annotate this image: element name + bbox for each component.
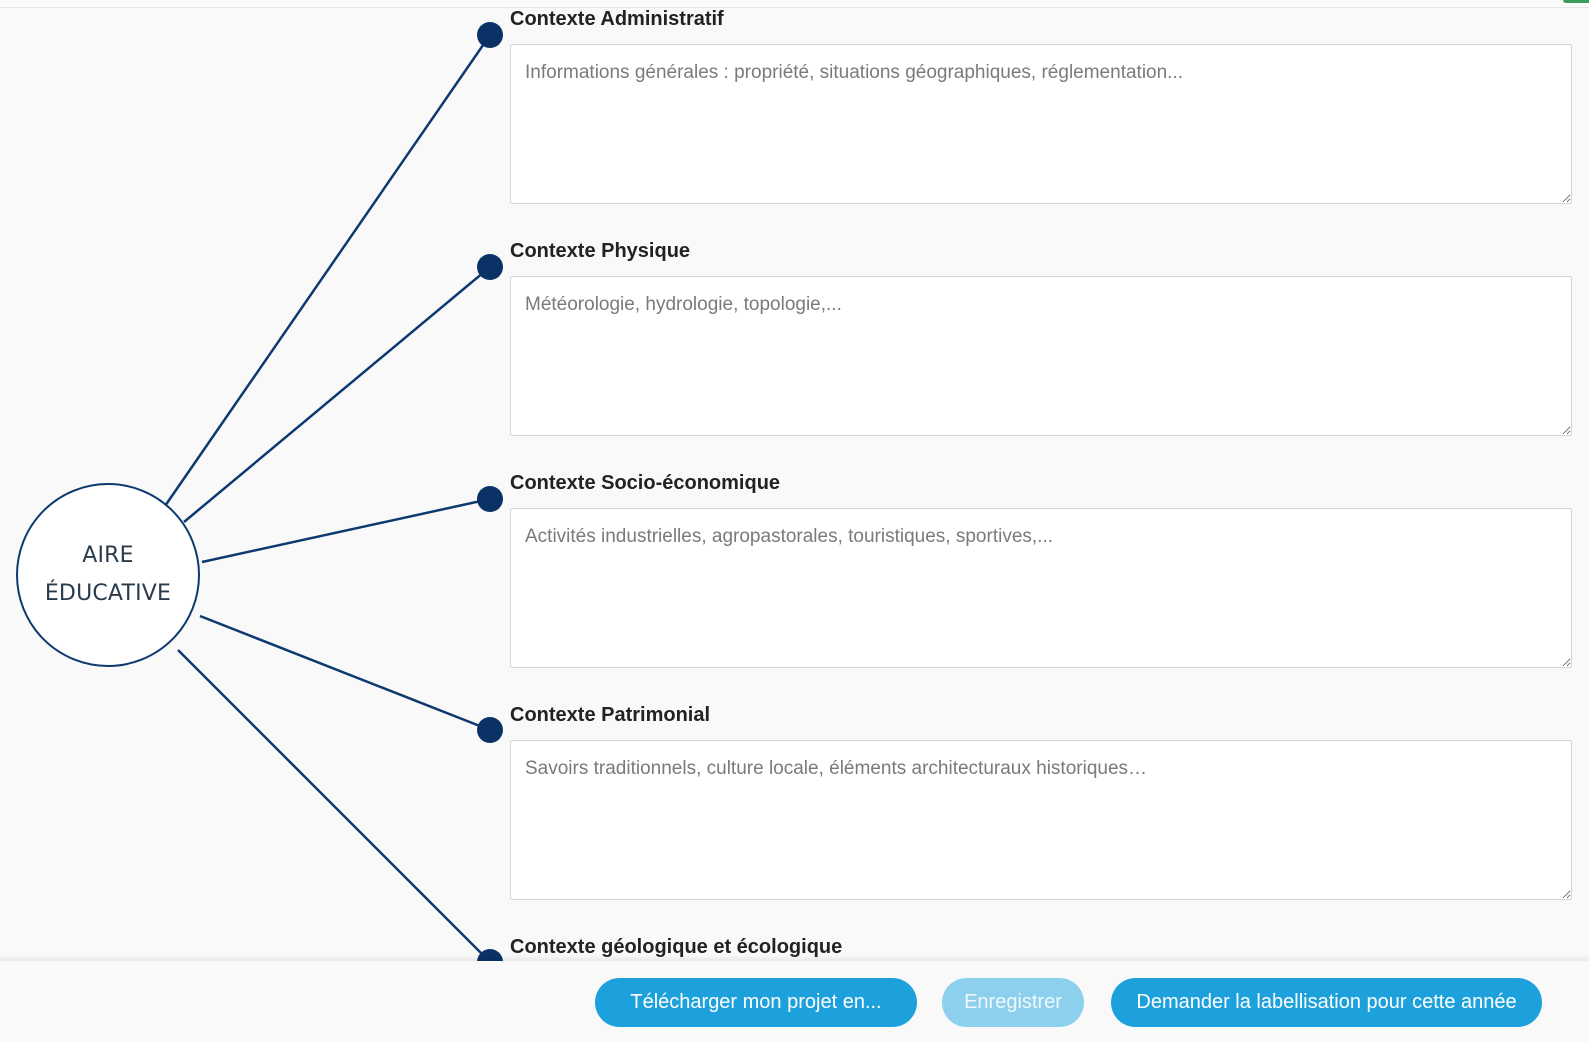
physique-textarea[interactable] (510, 276, 1572, 436)
node-dot-patrimonial (477, 717, 503, 743)
node-dot-socio-economique (477, 486, 503, 512)
node-dot-administratif (477, 22, 503, 48)
section-title-patrimonial: Contexte Patrimonial (510, 704, 711, 726)
node-dot-physique (477, 254, 503, 280)
section-title-physique: Contexte Physique (510, 240, 691, 262)
connector-line-socio-economique (201, 497, 491, 564)
connector-line-administratif (163, 34, 492, 507)
aire-educative-hub: AIRE ÉDUCATIVE (16, 483, 200, 667)
connector-line-patrimonial (199, 614, 491, 732)
section-title-geologique: Contexte géologique et écologique (510, 936, 843, 958)
section-title-administratif: Contexte Administratif (510, 8, 724, 30)
connector-line-physique (183, 266, 491, 523)
hub-label-line2: ÉDUCATIVE (44, 581, 172, 606)
socio-economique-textarea[interactable] (510, 508, 1572, 668)
section-title-socio-economique: Contexte Socio-économique (510, 472, 781, 494)
request-labellisation-button[interactable]: Demander la labellisation pour cette ann… (1111, 978, 1542, 1027)
hub-label-line1: AIRE (82, 543, 134, 568)
download-project-button[interactable]: Télécharger mon projet en... (595, 978, 917, 1027)
patrimonial-textarea[interactable] (510, 740, 1572, 900)
administratif-textarea[interactable] (510, 44, 1572, 204)
save-button[interactable]: Enregistrer (942, 978, 1084, 1027)
connector-line-geologique (177, 649, 491, 963)
